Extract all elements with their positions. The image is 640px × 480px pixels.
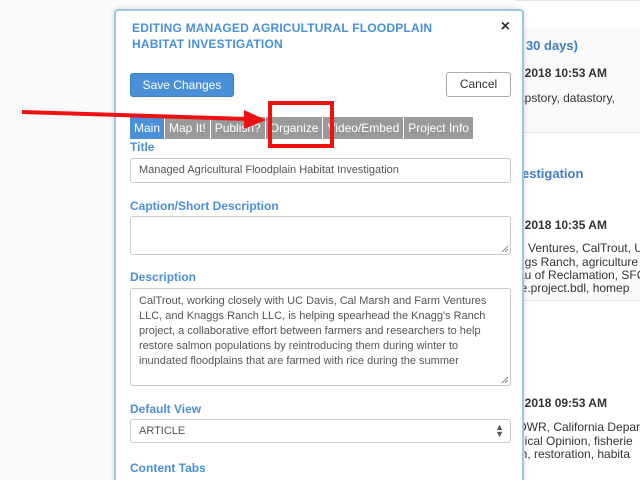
annotation-highlight-box bbox=[268, 101, 334, 148]
annotation-arrow-icon bbox=[21, 110, 266, 129]
